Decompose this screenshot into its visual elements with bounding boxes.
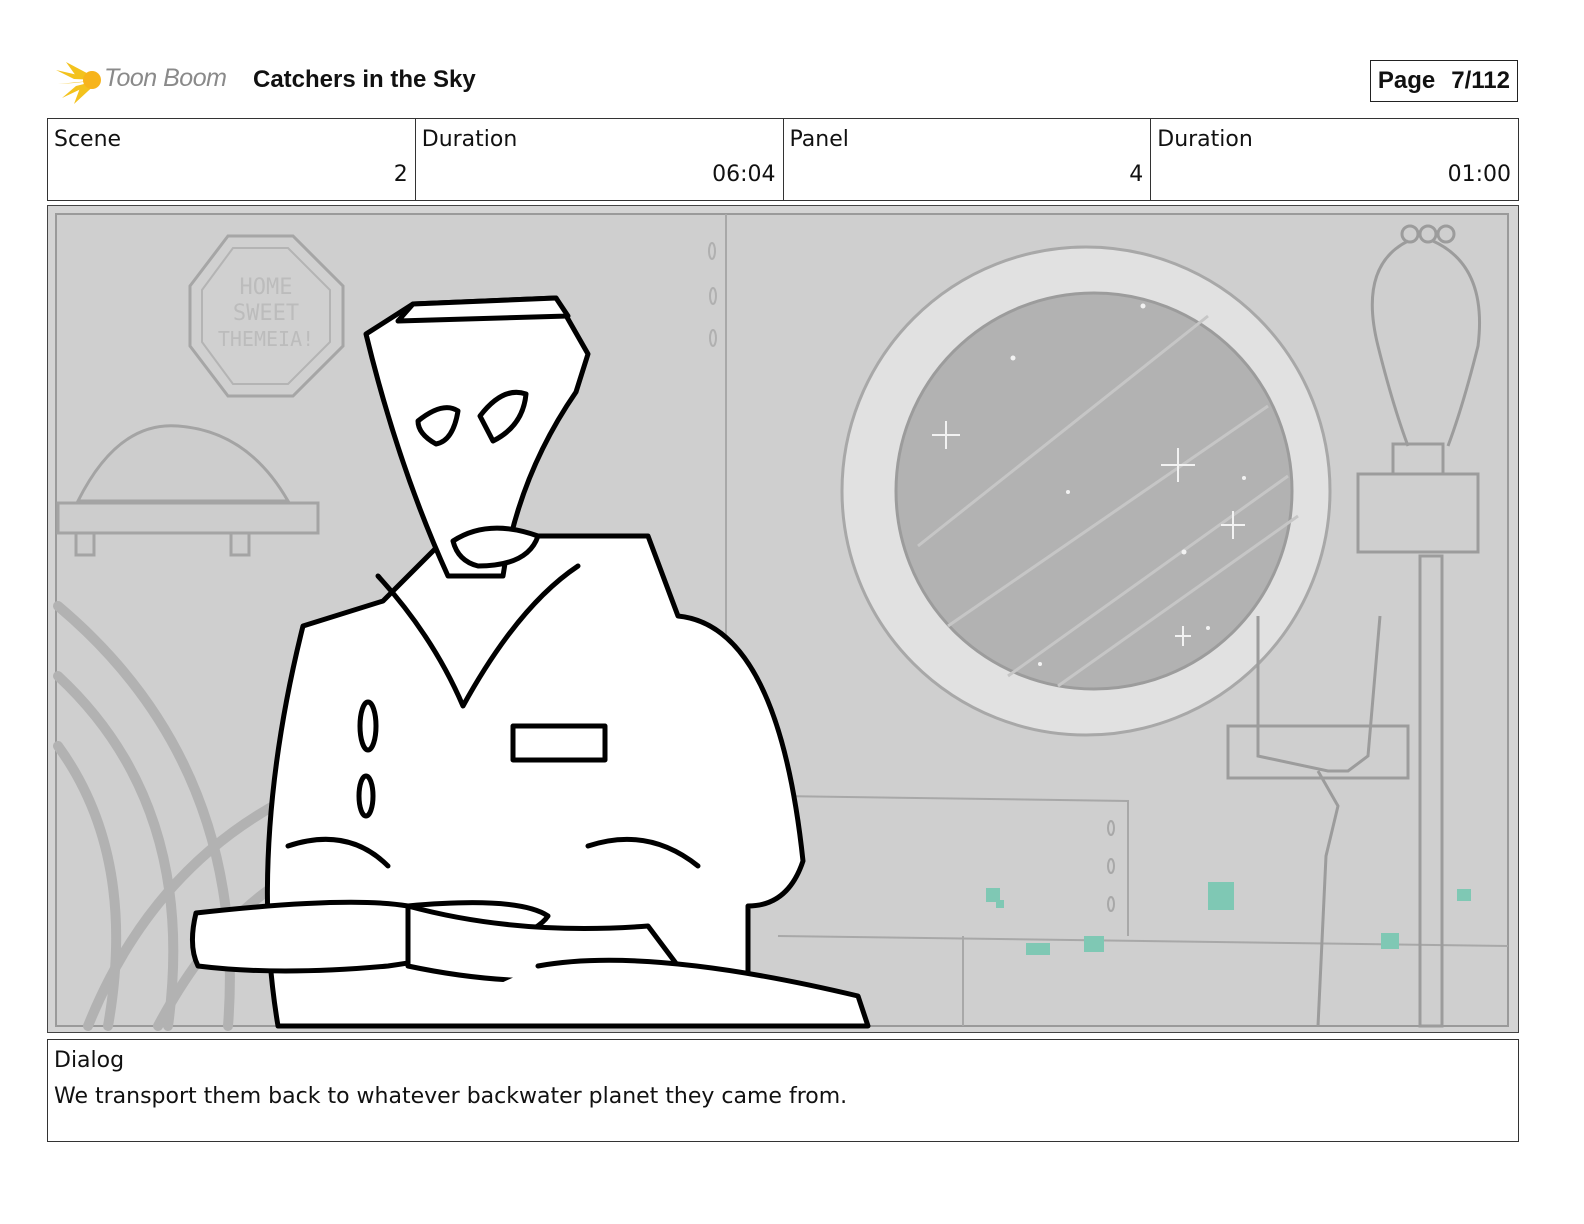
- sign-line-2: SWEET: [233, 301, 299, 326]
- panel-duration-label: Duration: [1157, 127, 1253, 152]
- scene-info-table: Scene 2 Duration 06:04 Panel 4 Duration …: [47, 118, 1519, 201]
- scene-cell: Scene 2: [48, 119, 416, 200]
- scene-duration-label: Duration: [421, 127, 518, 152]
- panel-duration-cell: Duration 01:00: [1151, 119, 1518, 200]
- dialog-text: We transport them back to whatever backw…: [54, 1084, 848, 1109]
- storyboard-panel-image: HOME SWEET THEMEIA!: [47, 205, 1519, 1033]
- scene-duration-cell: Duration 06:04: [416, 119, 784, 200]
- panel-sketch: HOME SWEET THEMEIA!: [48, 206, 1518, 1032]
- logo-text: Toon Boom: [104, 64, 227, 92]
- dialog-box: Dialog We transport them back to whateve…: [47, 1039, 1519, 1142]
- dialog-label: Dialog: [54, 1048, 125, 1073]
- page-label: Page: [1377, 67, 1436, 94]
- page-number: 7/112: [1451, 67, 1510, 94]
- sunburst-icon: [56, 62, 101, 104]
- storyboard-header: Toon Boom Catchers in the Sky Page 7/112: [52, 54, 1518, 106]
- sign-line-3: THEMEIA!: [218, 327, 314, 351]
- scene-duration-value: 06:04: [712, 162, 776, 187]
- page-indicator: Page 7/112: [1369, 60, 1518, 102]
- scene-label: Scene: [54, 127, 122, 152]
- panel-label: Panel: [789, 127, 849, 152]
- panel-duration-value: 01:00: [1447, 162, 1511, 187]
- project-title: Catchers in the Sky: [253, 66, 476, 93]
- scene-number: 2: [393, 162, 408, 187]
- sign-line-1: HOME: [240, 275, 293, 300]
- panel-cell: Panel 4: [784, 119, 1152, 200]
- panel-number: 4: [1129, 162, 1144, 187]
- toon-boom-logo: Toon Boom: [52, 54, 242, 106]
